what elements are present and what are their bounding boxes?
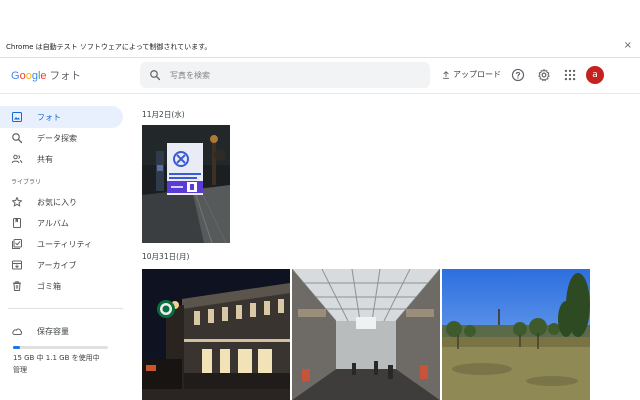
- sidebar-item-photos[interactable]: フォト: [0, 106, 123, 128]
- utility-icon: [12, 239, 22, 249]
- star-icon: [12, 197, 22, 207]
- sidebar-item-label: 共有: [37, 155, 53, 164]
- search-box[interactable]: [140, 62, 430, 88]
- sidebar-item-utilities[interactable]: ユーティリティ: [0, 233, 123, 255]
- product-name: フォト: [49, 70, 82, 82]
- search-icon[interactable]: [149, 69, 161, 81]
- people-icon: [11, 154, 23, 164]
- storage-usage-text: 15 GB 中 1.1 GB を使用中: [13, 354, 100, 362]
- sidebar-item-explore[interactable]: データ探索: [0, 127, 123, 149]
- sidebar-item-storage[interactable]: 保存容量: [0, 320, 123, 342]
- upload-icon: [443, 70, 449, 79]
- search-icon: [12, 133, 23, 144]
- sidebar-item-favorites[interactable]: お気に入り: [0, 191, 123, 213]
- search-input[interactable]: [170, 67, 420, 83]
- storage-label: 保存容量: [37, 327, 69, 336]
- date-group-label: 10月31日(月): [142, 252, 190, 261]
- browser-top-area: [0, 0, 640, 36]
- help-icon[interactable]: [511, 68, 525, 82]
- archive-icon: [12, 260, 22, 270]
- account-avatar[interactable]: a: [586, 66, 604, 84]
- album-icon: [13, 218, 21, 228]
- date-group-label: 11月2日(水): [142, 110, 185, 119]
- logo-letter: G: [11, 70, 20, 82]
- photo-thumbnail[interactable]: [292, 269, 440, 400]
- upload-label: アップロード: [453, 70, 501, 79]
- photo-thumbnail[interactable]: [442, 269, 590, 400]
- sidebar-item-label: データ探索: [37, 134, 77, 143]
- app-header: Googleフォト アップロード a: [0, 58, 640, 94]
- photo-park-blue-sky: [442, 269, 590, 400]
- settings-gear-icon[interactable]: [537, 68, 551, 82]
- trash-icon: [13, 281, 21, 291]
- storage-progress-fill: [13, 346, 20, 349]
- storage-manage-link[interactable]: 管理: [13, 365, 27, 375]
- photo-shopping-arcade: [292, 269, 440, 400]
- infobar-message: Chrome は自動テスト ソフトウェアによって制御されています。: [6, 42, 212, 51]
- photo-night-street-sign: [142, 125, 230, 243]
- apps-grid-icon[interactable]: [563, 68, 577, 82]
- sidebar-item-label: アーカイブ: [37, 261, 77, 270]
- sidebar-item-label: ユーティリティ: [37, 240, 93, 249]
- sidebar-item-label: フォト: [37, 113, 61, 122]
- cloud-icon: [12, 328, 23, 335]
- photo-thumbnail[interactable]: [142, 269, 290, 400]
- infobar-close-icon[interactable]: ×: [624, 41, 632, 51]
- photo-thumbnail[interactable]: [142, 125, 230, 243]
- google-photos-logo[interactable]: Google フォト: [11, 68, 81, 83]
- sidebar-nav: フォト データ探索 共有 ライブラリ お気に入り アルバム ユーティリティ アー…: [0, 95, 132, 400]
- library-section-label: ライブラリ: [11, 179, 42, 186]
- photo-grid: 11月2日(水) 10月31日(月): [132, 95, 640, 400]
- sidebar-item-label: お気に入り: [37, 198, 77, 207]
- sidebar-item-trash[interactable]: ゴミ箱: [0, 275, 123, 297]
- photo-night-building: [142, 269, 290, 400]
- sidebar-item-label: ゴミ箱: [37, 282, 61, 291]
- sidebar-item-label: アルバム: [37, 219, 69, 228]
- sidebar-item-archive[interactable]: アーカイブ: [0, 254, 123, 276]
- upload-button[interactable]: アップロード: [441, 69, 501, 80]
- photo-icon: [12, 112, 22, 122]
- sidebar-item-sharing[interactable]: 共有: [0, 148, 123, 170]
- sidebar-divider: [8, 308, 123, 309]
- logo-letter: e: [40, 70, 47, 82]
- sidebar-item-albums[interactable]: アルバム: [0, 212, 123, 234]
- automation-infobar: Chrome は自動テスト ソフトウェアによって制御されています。 ×: [0, 36, 640, 58]
- storage-progress-bar: [13, 346, 108, 349]
